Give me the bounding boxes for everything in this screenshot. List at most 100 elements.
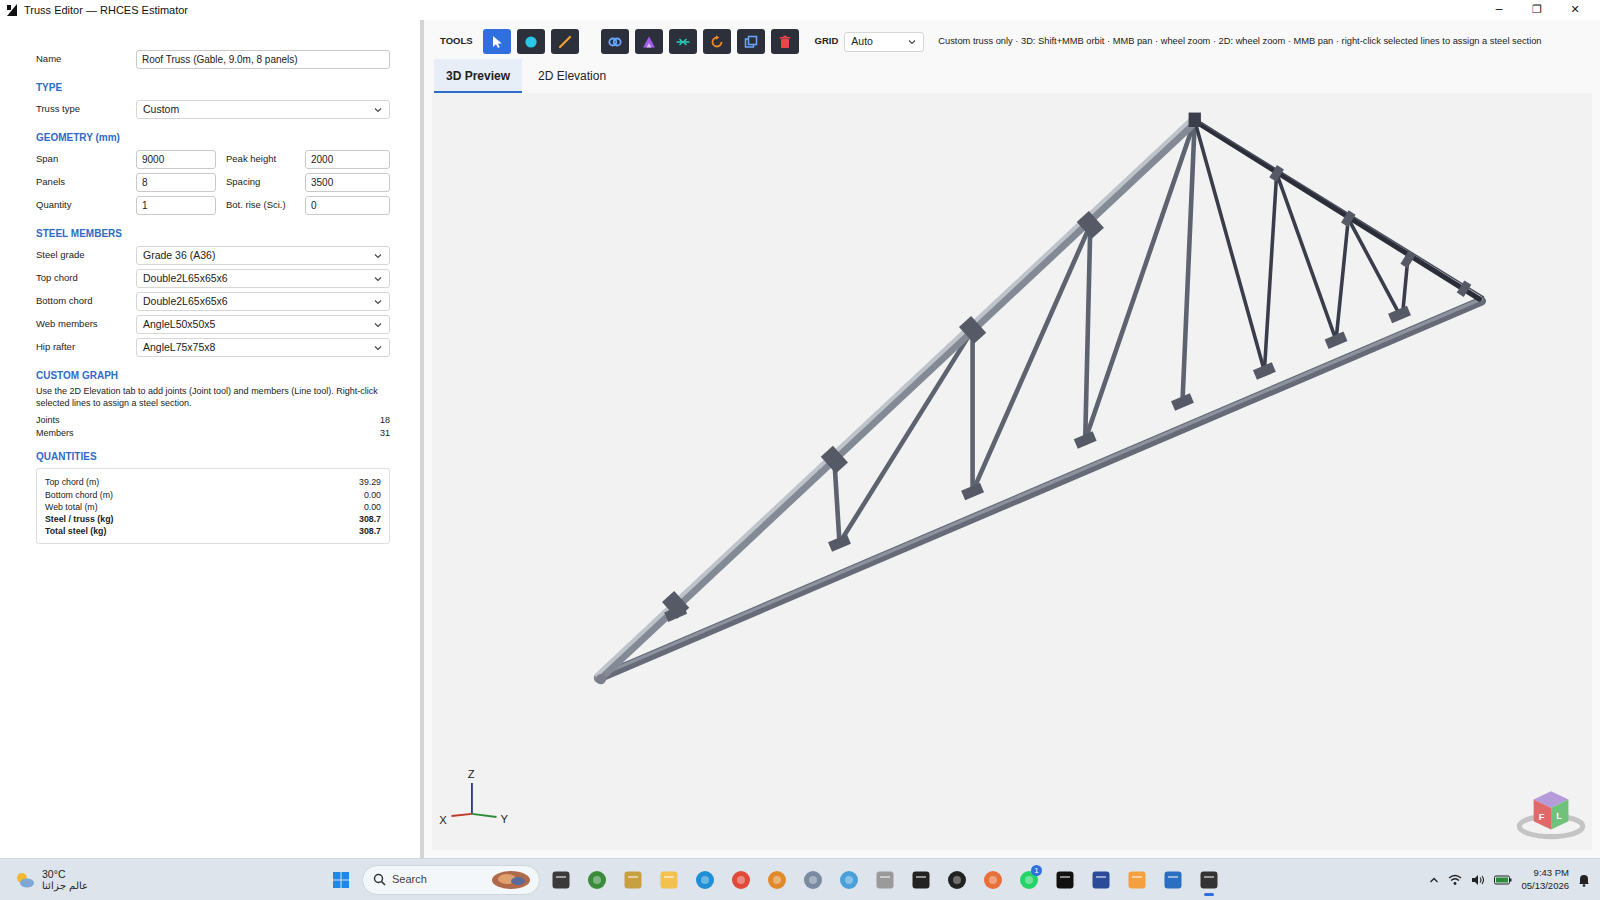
file-explorer-button[interactable]	[654, 864, 684, 896]
powershell-app-button[interactable]	[1086, 864, 1116, 896]
quantity-label: Steel / truss (kg)	[45, 513, 113, 525]
steel-select[interactable]: Double2L65x65x6	[136, 292, 390, 311]
quantity-label: Total steel (kg)	[45, 525, 106, 537]
quantity-row: Top chord (m)39.29	[45, 476, 381, 488]
geometry-heading: GEOMETRY (mm)	[36, 130, 390, 145]
view-tab[interactable]: 3D Preview	[434, 59, 522, 93]
steel-select[interactable]: Double2L65x65x6	[136, 269, 390, 288]
steel-heading: STEEL MEMBERS	[36, 226, 390, 241]
chrome-browser-icon	[731, 870, 751, 890]
quantities-heading: QUANTITIES	[36, 449, 390, 464]
github-app-button[interactable]	[1050, 864, 1080, 896]
link-icon	[607, 34, 623, 50]
chevron-icon	[373, 105, 383, 115]
chevron-icon	[373, 274, 383, 284]
task-view-button[interactable]	[546, 864, 576, 896]
joint-icon	[523, 34, 539, 50]
steel-select-value: Grade 36 (A36)	[143, 248, 215, 264]
grid-select[interactable]: Auto	[844, 32, 924, 52]
minimize-button[interactable]: ─	[1480, 2, 1518, 19]
name-row: Name	[36, 48, 390, 71]
terminal-app-icon	[911, 870, 931, 890]
bottom-chord[interactable]	[599, 299, 1482, 678]
line-icon	[557, 34, 573, 50]
claude-app-button[interactable]	[978, 864, 1008, 896]
select-tool-button[interactable]	[483, 29, 511, 54]
copy-tool-button[interactable]	[737, 29, 765, 54]
steel-select[interactable]: Grade 36 (A36)	[136, 246, 390, 265]
geometry-row: PanelsSpacing	[36, 171, 390, 194]
office-app-button[interactable]	[1122, 864, 1152, 896]
steel-select[interactable]: AngleL75x75x8	[136, 338, 390, 357]
name-label: Name	[36, 52, 136, 66]
maps-app-icon	[839, 870, 859, 890]
book-app-button[interactable]	[618, 864, 648, 896]
geometry-label: Spacing	[216, 175, 305, 189]
clock[interactable]: 9:43 PM05/13/2026	[1521, 867, 1569, 892]
search-highlight-icon	[491, 870, 531, 890]
view-cube[interactable]: FL	[1519, 791, 1582, 836]
stat-value: 18	[380, 414, 390, 427]
taskbar: 30°Cعالم جزائنا Search 1 9:43 PM05/13/2026	[0, 858, 1600, 900]
geometry-input[interactable]	[305, 196, 390, 215]
office-app-icon	[1127, 870, 1147, 890]
chatgpt-app-button[interactable]	[942, 864, 972, 896]
whatsapp-app-button[interactable]: 1	[1014, 864, 1044, 896]
view-tab[interactable]: 2D Elevation	[526, 59, 618, 93]
show-hidden-icon	[1429, 875, 1439, 885]
truss-type-row: Truss typeCustom	[36, 98, 390, 121]
recycle-app-button[interactable]	[870, 864, 900, 896]
rotate-tool-button[interactable]	[703, 29, 731, 54]
globe-app-button[interactable]	[582, 864, 612, 896]
stat-label: Members	[36, 427, 74, 440]
edge-browser-button[interactable]	[690, 864, 720, 896]
joint-tool-button[interactable]	[517, 29, 545, 54]
quantity-label: Web total (m)	[45, 501, 98, 513]
steel-select[interactable]: AngleL50x50x5	[136, 315, 390, 334]
search-box[interactable]: Search	[362, 865, 540, 895]
delete-tool-button[interactable]	[771, 29, 799, 54]
type-heading: TYPE	[36, 80, 390, 95]
notification-badge: 1	[1031, 865, 1042, 876]
geometry-input[interactable]	[136, 196, 216, 215]
top-chord[interactable]	[597, 118, 1484, 678]
truss-type-select-value: Custom	[143, 102, 179, 118]
close-button[interactable]: ✕	[1556, 2, 1594, 19]
geometry-input[interactable]	[136, 173, 216, 192]
geometry-input[interactable]	[305, 173, 390, 192]
rotate-icon	[709, 34, 725, 50]
search-app-button[interactable]	[762, 864, 792, 896]
truss-editor-app-button[interactable]	[1194, 864, 1224, 896]
peak-tool-button[interactable]	[635, 29, 663, 54]
y-axis-label: Y	[501, 813, 509, 825]
wifi-icon	[1448, 874, 1462, 886]
3d-viewport[interactable]: ZYX FL	[432, 93, 1592, 850]
weather-widget[interactable]: 30°Cعالم جزائنا	[0, 868, 326, 892]
geometry-label: Peak height	[216, 152, 305, 166]
link-tool-button[interactable]	[601, 29, 629, 54]
ai-app-button[interactable]	[798, 864, 828, 896]
terminal-app-button[interactable]	[906, 864, 936, 896]
truss-type-select[interactable]: Custom	[136, 100, 390, 119]
notepad-app-button[interactable]	[1158, 864, 1188, 896]
graph-heading: CUSTOM GRAPH	[36, 368, 390, 383]
steel-row: Hip rafterAngleL75x75x8	[36, 336, 390, 359]
maps-app-button[interactable]	[834, 864, 864, 896]
restore-button[interactable]: ❐	[1518, 2, 1556, 19]
graph-stat: Joints18	[36, 414, 390, 427]
axis-triad: ZYX	[439, 768, 508, 826]
quantity-value: 308.7	[359, 525, 381, 537]
quantities-box: Top chord (m)39.29Bottom chord (m)0.00We…	[36, 468, 390, 544]
start-button[interactable]	[326, 864, 356, 896]
split-tool-button[interactable]	[669, 29, 697, 54]
chrome-browser-button[interactable]	[726, 864, 756, 896]
weather-temperature: 30°C	[42, 868, 88, 880]
line-tool-button[interactable]	[551, 29, 579, 54]
geometry-input[interactable]	[305, 150, 390, 169]
quantity-value: 308.7	[359, 513, 381, 525]
geometry-row: SpanPeak height	[36, 148, 390, 171]
geometry-input[interactable]	[136, 150, 216, 169]
name-input[interactable]	[136, 50, 390, 69]
search-label[interactable]: Search	[392, 871, 485, 888]
quantity-value: 0.00	[364, 489, 381, 501]
